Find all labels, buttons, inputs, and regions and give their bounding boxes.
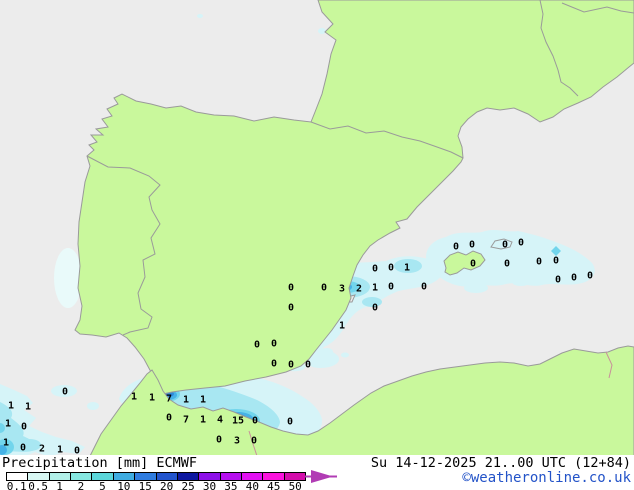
precip-value: 1 <box>149 393 155 404</box>
scale-tick-label: 45 <box>267 480 281 490</box>
precip-value: 0 <box>287 417 293 428</box>
legend-title: Precipitation [mm] ECMWF <box>2 455 198 471</box>
precip-value: 0 <box>504 259 510 270</box>
scale-cell <box>177 473 200 480</box>
scale-cell <box>241 473 264 480</box>
precip-value: 1 <box>3 438 9 449</box>
precip-value: 0 <box>166 413 172 424</box>
scale-tick-label: 25 <box>181 480 195 490</box>
precip-value: 1 <box>200 395 206 406</box>
precip-value: 1 <box>131 392 137 403</box>
scale-tick-label: 50 <box>288 480 302 490</box>
precip-value: 1 <box>183 395 189 406</box>
scale-tick-label: 30 <box>202 480 217 490</box>
precip-value: 0 <box>372 264 378 275</box>
scale-cell <box>113 473 136 480</box>
scale-cell <box>220 473 242 480</box>
precip-value: 0 <box>62 387 68 398</box>
precip-value: 3 <box>339 284 345 295</box>
scale-cell <box>28 473 50 480</box>
scale-cell <box>135 473 157 480</box>
precip-value: 0 <box>74 446 80 456</box>
precip-value: 1 <box>25 402 31 413</box>
scale-tick-label: 5 <box>99 480 106 490</box>
precip-value: 0 <box>536 257 542 268</box>
precip-value: 0 <box>587 271 593 282</box>
precip-value: 0 <box>305 360 311 371</box>
map-canvas: 01 11 01 0 2 1 01 1 7 1 10 7 1 4 15 0 00 3 0000 00 0 00 0 10 3 2 1… <box>0 0 634 455</box>
precip-value: 1 <box>8 401 14 412</box>
copyright-link[interactable]: ©weatheronline.co.uk <box>462 470 631 486</box>
scale-tick-label: 15 <box>138 480 152 490</box>
precip-value: 3 <box>234 436 240 447</box>
precip-value: 0 <box>252 416 258 427</box>
precip-value: 0 <box>288 283 294 294</box>
scale-cell <box>156 473 178 480</box>
precip-value: 0 <box>453 242 459 253</box>
weather-map-page: 0 1 1 1 0 1 0 2 1 0 1 1 7 1 1 0 7 1 4 15 0 0 0 3 0 0 0 0 0 0 0 0 0 0 1 0 3 2 1… <box>0 0 634 490</box>
precip-value: 1 <box>5 419 11 430</box>
scale-cell <box>199 473 221 480</box>
precip-value: 0 <box>555 275 561 286</box>
scale-tick-label: 2 <box>77 480 85 490</box>
precip-value: 0 <box>502 240 508 251</box>
colorbar-arrow <box>305 470 337 483</box>
precip-value: 0 <box>470 259 476 270</box>
scale-cell <box>92 473 114 480</box>
precip-value: 0 <box>571 273 577 284</box>
precip-value: 0 <box>21 422 27 433</box>
forecast-datetime: Su 14-12-2025 21..00 UTC (12+84) <box>370 455 631 471</box>
colorbar-ticks: 0.1 0.5 1 2 5 10 15 20 25 30 35 40 45 50 <box>6 480 306 490</box>
precip-value: 1 <box>372 283 378 294</box>
precip-value: 0 <box>553 256 559 267</box>
scale-tick-label: 10 <box>117 480 131 490</box>
precip-value: 0 <box>321 283 327 294</box>
scale-cell <box>263 473 285 480</box>
precip-value: 0 <box>271 359 277 370</box>
precip-value: 0 <box>271 339 277 350</box>
precip-value: 0 <box>388 282 394 293</box>
scale-tick-label: 0.1 <box>6 480 27 490</box>
precip-value: 15 <box>232 416 244 427</box>
precip-value: 0 <box>372 303 378 314</box>
scale-tick-label: 20 <box>160 480 174 490</box>
precip-value: 7 <box>183 415 189 426</box>
precip-value: 7 <box>166 394 172 405</box>
precip-value: 1 <box>200 415 206 426</box>
precip-value: 0 <box>388 263 394 274</box>
precip-value: 0 <box>288 303 294 314</box>
precip-value: 4 <box>217 415 223 426</box>
colorbar <box>6 472 306 481</box>
precip-value: 1 <box>57 445 63 456</box>
precip-value: 2 <box>39 444 45 455</box>
precip-value: 1 <box>339 321 345 332</box>
scale-cell <box>71 473 93 480</box>
precip-value: 0 <box>288 360 294 371</box>
colorbar-arrow-head <box>311 470 333 483</box>
precip-value: 0 <box>518 238 524 249</box>
scale-tick-label: 35 <box>224 480 238 490</box>
precip-value: 1 <box>404 263 410 274</box>
precip-value: 0 <box>254 340 260 351</box>
scale-tick-label: 40 <box>245 480 259 490</box>
precip-value: 0 <box>421 282 427 293</box>
precip-value: 0 <box>20 443 26 454</box>
scale-tick-label: 1 <box>56 480 63 490</box>
scale-tick-label: 0.5 <box>28 480 49 490</box>
legend-bar: Precipitation [mm] ECMWF Su 14-12-2025 2… <box>0 455 634 490</box>
precip-value: 0 <box>216 435 222 446</box>
precip-value: 2 <box>356 284 362 295</box>
precip-value: 0 <box>251 436 257 447</box>
precip-value: 0 <box>469 240 475 251</box>
scale-cell <box>49 473 72 480</box>
scale-cell <box>7 473 29 480</box>
scale-cell <box>284 473 306 480</box>
